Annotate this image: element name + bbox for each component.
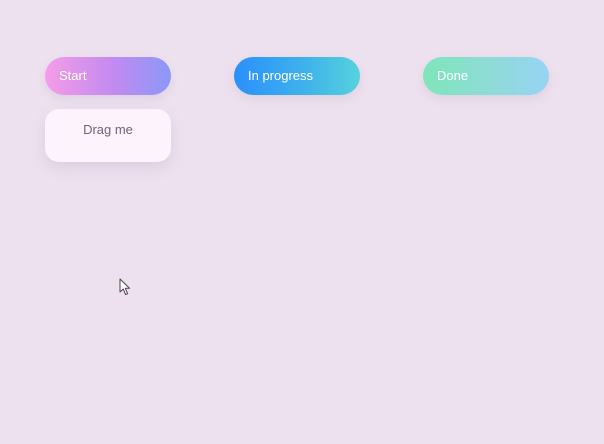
column-header-done[interactable]: Done bbox=[423, 57, 549, 95]
column-start: Start Drag me bbox=[45, 57, 171, 162]
mouse-pointer-icon bbox=[119, 278, 131, 296]
kanban-board: Start Drag me In progress Done bbox=[0, 0, 604, 444]
column-in-progress: In progress bbox=[234, 57, 360, 95]
card-label: Drag me bbox=[83, 122, 133, 137]
column-header-start[interactable]: Start bbox=[45, 57, 171, 95]
column-header-in-progress[interactable]: In progress bbox=[234, 57, 360, 95]
column-done: Done bbox=[423, 57, 549, 95]
draggable-card[interactable]: Drag me bbox=[45, 109, 171, 162]
